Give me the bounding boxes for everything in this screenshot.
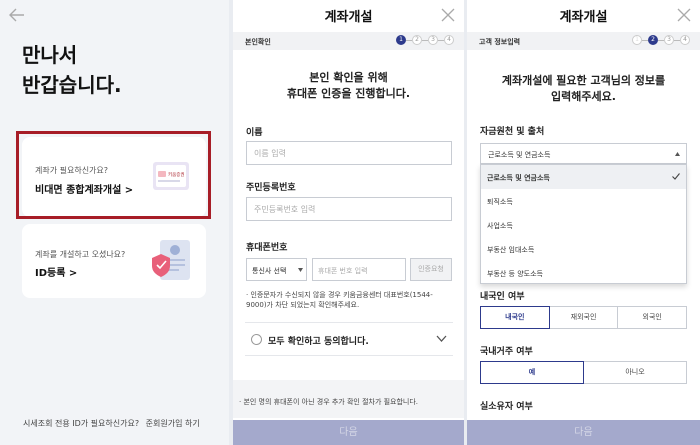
phone-input[interactable]: 휴대폰 번호 입력 <box>312 258 406 281</box>
step-bar: 본인확인 1 2 3 4 <box>233 32 464 50</box>
join-member-link[interactable]: 준회원가입 하기 <box>146 419 200 428</box>
name-input[interactable]: 이름 입력 <box>246 141 452 165</box>
next-button[interactable]: 다음 <box>233 420 464 445</box>
rrn-input[interactable]: 주민등록번호 입력 <box>246 197 452 221</box>
step-label: 본인확인 <box>245 38 271 46</box>
intro-line-1: 계좌개설에 필요한 고객님의 정보를 <box>501 74 666 87</box>
step-indicator: 1 2 3 4 <box>396 35 454 45</box>
step-label: 고객 정보입력 <box>479 38 521 46</box>
phone-footnote: · 본인 명의 휴대폰이 아닌 경우 추가 확인 절차가 필요합니다. <box>233 380 464 418</box>
beneficial-owner-label: 실소유자 여부 <box>480 402 533 412</box>
fund-option[interactable]: 부동산 등 양도소득 <box>481 261 686 285</box>
fund-source-dropdown: 근로소득 및 연금소득 퇴직소득 사업소득 부동산 임대소득 부동산 등 양도소… <box>480 164 687 284</box>
intro-text: 계좌개설에 필요한 고객님의 정보를 입력해주세요. <box>467 73 700 105</box>
chevron-down-icon[interactable] <box>436 335 447 343</box>
header: 계좌개설 <box>233 0 464 30</box>
domestic-residence-segmented: 예 아니오 <box>480 361 687 384</box>
residency-option-domestic[interactable]: 내국인 <box>480 306 550 329</box>
back-arrow-icon[interactable] <box>8 6 26 24</box>
register-id-card[interactable]: 계좌를 개설하고 오셨나요? ID등록 > <box>22 224 206 298</box>
footer-question: 시세조회 전용 ID가 필요하신가요? <box>23 419 140 428</box>
domestic-option-yes[interactable]: 예 <box>480 361 584 384</box>
step-3: 3 <box>664 35 674 45</box>
check-icon <box>672 173 680 180</box>
fund-option-label: 퇴직소득 <box>487 198 513 206</box>
fund-option[interactable]: 퇴직소득 <box>481 189 686 213</box>
intro-text: 본인 확인을 위해 휴대폰 인증을 진행합니다. <box>233 70 464 102</box>
greeting-title: 만나서 반갑습니다. <box>22 40 122 100</box>
step-2: 2 <box>412 35 422 45</box>
verify-request-button[interactable]: 인증요청 <box>410 258 452 281</box>
agree-all-row[interactable]: 모두 확인하고 동의합니다. <box>245 322 453 356</box>
fund-option-label: 부동산 임대소득 <box>487 246 535 254</box>
step-bar: 고객 정보입력 1 2 3 4 <box>467 32 700 50</box>
residency-segmented: 내국인 재외국인 외국인 <box>480 306 688 329</box>
step-4: 4 <box>680 35 690 45</box>
fund-option[interactable]: 부동산 임대소득 <box>481 237 686 261</box>
caret-up-icon <box>675 152 680 156</box>
verification-panel: 계좌개설 본인확인 1 2 3 4 본인 확인을 위해 휴대폰 인증을 진행합니… <box>233 0 464 445</box>
fund-source-select[interactable]: 근로소득 및 연금소득 <box>480 143 687 164</box>
step-2: 2 <box>648 35 658 45</box>
register-id-subtitle: 계좌를 개설하고 오셨나요? <box>35 250 126 259</box>
step-3: 3 <box>428 35 438 45</box>
page-title: 계좌개설 <box>324 10 373 25</box>
fund-option[interactable]: 근로소득 및 연금소득 <box>481 165 686 189</box>
residency-option-overseas-korean[interactable]: 재외국인 <box>549 306 619 329</box>
customer-info-panel: 계좌개설 고객 정보입력 1 2 3 4 계좌개설에 필요한 고객님의 정보를 … <box>467 0 700 445</box>
fund-option-label: 부동산 등 양도소득 <box>487 270 543 278</box>
step-1: 1 <box>632 35 642 45</box>
step-1: 1 <box>396 35 406 45</box>
domestic-option-no[interactable]: 아니오 <box>584 361 687 384</box>
fund-source-label: 자금원천 및 출처 <box>480 127 545 137</box>
welcome-panel: 만나서 반갑습니다. 계좌가 필요하신가요? 비대면 종합계좌개설 > 키움증권… <box>0 0 229 445</box>
page-title: 계좌개설 <box>559 10 608 25</box>
carrier-value: 통신사 선택 <box>252 267 287 275</box>
highlight-box <box>16 131 211 219</box>
agree-all-label: 모두 확인하고 동의합니다. <box>268 337 369 347</box>
greeting-line-1: 만나서 <box>22 43 78 67</box>
name-label: 이름 <box>246 128 263 138</box>
sms-notice: · 인증문자가 수신되지 않을 경우 키움금융센터 대표번호(1544-9000… <box>246 291 433 309</box>
step-4: 4 <box>444 35 454 45</box>
intro-line-2: 입력해주세요. <box>551 90 616 103</box>
close-icon[interactable] <box>677 8 691 22</box>
fund-option-label: 사업소득 <box>487 222 513 230</box>
rrn-label: 주민등록번호 <box>246 183 296 193</box>
register-id-title: ID등록 > <box>35 268 78 279</box>
agree-radio[interactable] <box>251 334 262 345</box>
id-card-shield-icon <box>152 240 190 280</box>
intro-line-2: 휴대폰 인증을 진행합니다. <box>286 87 411 100</box>
greeting-line-2: 반갑습니다. <box>22 73 122 97</box>
close-icon[interactable] <box>441 8 455 22</box>
residency-option-foreigner[interactable]: 외국인 <box>618 306 688 329</box>
step-indicator: 1 2 3 4 <box>632 35 690 45</box>
next-button[interactable]: 다음 <box>467 420 700 445</box>
phone-label: 휴대폰번호 <box>246 243 288 253</box>
chevron-down-icon <box>298 268 303 272</box>
intro-line-1: 본인 확인을 위해 <box>309 71 388 84</box>
footer: 시세조회 전용 ID가 필요하신가요? 준회원가입 하기 <box>23 418 204 429</box>
carrier-select[interactable]: 통신사 선택 <box>246 258 307 281</box>
fund-option[interactable]: 사업소득 <box>481 213 686 237</box>
fund-option-label: 근로소득 및 연금소득 <box>487 174 550 182</box>
fund-source-value: 근로소득 및 연금소득 <box>488 151 551 159</box>
residency-label: 내국인 여부 <box>480 292 525 302</box>
domestic-residence-label: 국내거주 여부 <box>480 347 533 357</box>
header: 계좌개설 <box>467 0 700 30</box>
